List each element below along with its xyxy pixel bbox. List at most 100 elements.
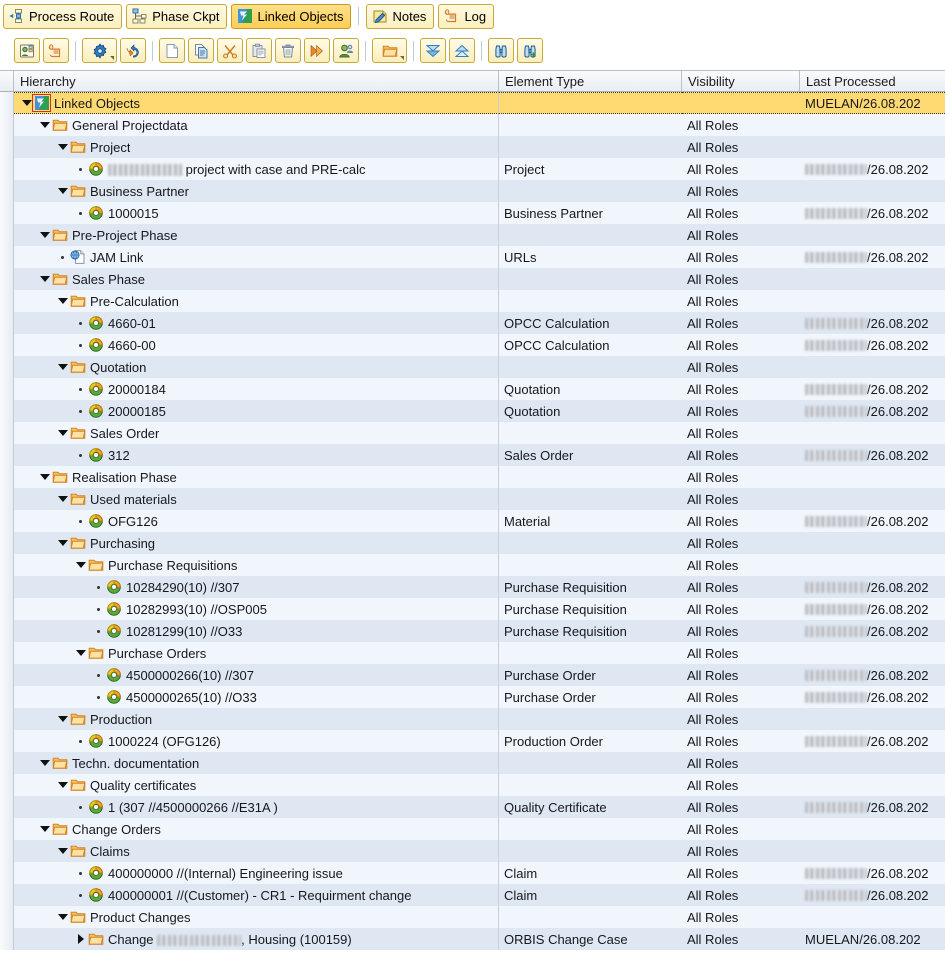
tree-row[interactable]: 20000184QuotationAll Roles / 26.08.202 bbox=[0, 378, 945, 400]
chevron-down-icon[interactable] bbox=[56, 532, 69, 554]
row-selector[interactable] bbox=[0, 444, 14, 466]
row-selector[interactable] bbox=[0, 642, 14, 664]
tree-node-label[interactable]: 20000185 bbox=[104, 404, 166, 419]
tree-node-label[interactable]: 20000184 bbox=[104, 382, 166, 397]
assign-user-button[interactable] bbox=[333, 38, 359, 63]
tree-node-label[interactable]: Change , Housing (100159) bbox=[104, 932, 352, 947]
tree-row[interactable]: Change , Housing (100159)ORBIS Change Ca… bbox=[0, 928, 945, 950]
tree-node-label[interactable]: 10282993(10) //OSP005 bbox=[122, 602, 267, 617]
row-selector[interactable] bbox=[0, 202, 14, 224]
tree-row[interactable]: Pre-CalculationAll Roles bbox=[0, 290, 945, 312]
column-header-element-type[interactable]: Element Type bbox=[499, 71, 682, 91]
forward-button[interactable] bbox=[304, 38, 330, 63]
expand-all-button[interactable] bbox=[420, 38, 446, 63]
tree-row[interactable]: 4660-01OPCC CalculationAll Roles / 26.08… bbox=[0, 312, 945, 334]
tree-row[interactable]: 4500000265(10) //O33Purchase OrderAll Ro… bbox=[0, 686, 945, 708]
row-selector[interactable] bbox=[0, 92, 14, 114]
chevron-down-icon[interactable] bbox=[56, 356, 69, 378]
tree-node-label[interactable]: 1000224 (OFG126) bbox=[104, 734, 221, 749]
tree-row[interactable]: ProductionAll Roles bbox=[0, 708, 945, 730]
tree-node-label[interactable]: 10281299(10) //O33 bbox=[122, 624, 242, 639]
tree-node-label[interactable]: 4500000266(10) //307 bbox=[122, 668, 254, 683]
row-selector[interactable] bbox=[0, 906, 14, 928]
chevron-down-icon[interactable] bbox=[74, 642, 87, 664]
row-selector[interactable] bbox=[0, 818, 14, 840]
tree-row[interactable]: Product ChangesAll Roles bbox=[0, 906, 945, 928]
tree-node-label[interactable]: Purchase Requisitions bbox=[104, 558, 237, 573]
row-selector[interactable] bbox=[0, 928, 14, 950]
tree-row[interactable]: Used materialsAll Roles bbox=[0, 488, 945, 510]
row-selector[interactable] bbox=[0, 378, 14, 400]
tree-row[interactable]: 312Sales OrderAll Roles / 26.08.202 bbox=[0, 444, 945, 466]
log-button[interactable] bbox=[43, 38, 69, 63]
tree-row[interactable]: 4500000266(10) //307Purchase OrderAll Ro… bbox=[0, 664, 945, 686]
row-selector[interactable] bbox=[0, 136, 14, 158]
tree-row[interactable]: QuotationAll Roles bbox=[0, 356, 945, 378]
tree-row[interactable]: Purchase OrdersAll Roles bbox=[0, 642, 945, 664]
tree-row[interactable]: 4660-00OPCC CalculationAll Roles / 26.08… bbox=[0, 334, 945, 356]
tree-node-label[interactable]: Techn. documentation bbox=[68, 756, 199, 771]
tree-row[interactable]: 10281299(10) //O33Purchase RequisitionAl… bbox=[0, 620, 945, 642]
tree-node-label[interactable]: OFG126 bbox=[104, 514, 158, 529]
tree-row[interactable]: Business PartnerAll Roles bbox=[0, 180, 945, 202]
tree-node-label[interactable]: Production bbox=[86, 712, 152, 727]
row-selector[interactable] bbox=[0, 840, 14, 862]
row-selector[interactable] bbox=[0, 884, 14, 906]
tree-node-label[interactable]: General Projectdata bbox=[68, 118, 188, 133]
row-selector[interactable] bbox=[0, 620, 14, 642]
row-selector[interactable] bbox=[0, 180, 14, 202]
chevron-down-icon[interactable] bbox=[38, 818, 51, 840]
tree-row[interactable]: 10282993(10) //OSP005Purchase Requisitio… bbox=[0, 598, 945, 620]
row-selector[interactable] bbox=[0, 730, 14, 752]
tree-node-label[interactable]: Sales Order bbox=[86, 426, 159, 441]
tree-row[interactable]: OFG126MaterialAll Roles / 26.08.202 bbox=[0, 510, 945, 532]
tab-phase-ckpt[interactable]: Phase Ckpt bbox=[126, 4, 227, 29]
tree-row[interactable]: JAM LinkURLsAll Roles / 26.08.202 bbox=[0, 246, 945, 268]
tree-row[interactable]: Techn. documentationAll Roles bbox=[0, 752, 945, 774]
tree-row[interactable]: PurchasingAll Roles bbox=[0, 532, 945, 554]
new-button[interactable] bbox=[159, 38, 185, 63]
tree-node-label[interactable]: Change Orders bbox=[68, 822, 161, 837]
row-selector[interactable] bbox=[0, 268, 14, 290]
tree-node-label[interactable]: 4500000265(10) //O33 bbox=[122, 690, 257, 705]
chevron-down-icon[interactable] bbox=[56, 906, 69, 928]
chevron-down-icon[interactable] bbox=[56, 708, 69, 730]
tree-row[interactable]: 400000000 //(Internal) Engineering issue… bbox=[0, 862, 945, 884]
row-selector[interactable] bbox=[0, 312, 14, 334]
row-selector[interactable] bbox=[0, 862, 14, 884]
row-selector[interactable] bbox=[0, 466, 14, 488]
tree-row[interactable]: ProjectAll Roles bbox=[0, 136, 945, 158]
tab-linked-objects[interactable]: Linked Objects bbox=[231, 4, 351, 29]
tree-row[interactable]: Purchase RequisitionsAll Roles bbox=[0, 554, 945, 576]
tree-node-label[interactable]: Product Changes bbox=[86, 910, 190, 925]
row-selector[interactable] bbox=[0, 532, 14, 554]
tree-node-label[interactable]: Purchasing bbox=[86, 536, 155, 551]
tree-node-label[interactable]: Realisation Phase bbox=[68, 470, 177, 485]
chevron-down-icon[interactable] bbox=[38, 268, 51, 290]
chevron-down-icon[interactable] bbox=[74, 554, 87, 576]
row-selector[interactable] bbox=[0, 598, 14, 620]
tree-node-label[interactable]: 400000000 //(Internal) Engineering issue bbox=[104, 866, 343, 881]
tree-node-label[interactable]: 312 bbox=[104, 448, 130, 463]
tree-node-label[interactable]: project with case and PRE-calc bbox=[104, 162, 366, 177]
folder-button[interactable] bbox=[372, 38, 407, 63]
cut-button[interactable] bbox=[217, 38, 243, 63]
tree-node-label[interactable]: Used materials bbox=[86, 492, 177, 507]
tree-row[interactable]: Quality certificatesAll Roles bbox=[0, 774, 945, 796]
chevron-down-icon[interactable] bbox=[38, 114, 51, 136]
tree-row[interactable]: 20000185QuotationAll Roles / 26.08.202 bbox=[0, 400, 945, 422]
row-selector[interactable] bbox=[0, 224, 14, 246]
chevron-down-icon[interactable] bbox=[38, 224, 51, 246]
row-selector[interactable] bbox=[0, 114, 14, 136]
row-selector[interactable] bbox=[0, 246, 14, 268]
tab-notes[interactable]: Notes bbox=[366, 4, 434, 29]
tree-node-label[interactable]: JAM Link bbox=[86, 250, 143, 265]
tab-log[interactable]: Log bbox=[438, 4, 494, 29]
chevron-down-icon[interactable] bbox=[56, 180, 69, 202]
chevron-down-icon[interactable] bbox=[56, 422, 69, 444]
find-button[interactable] bbox=[488, 38, 514, 63]
find-next-button[interactable] bbox=[517, 38, 543, 63]
chevron-right-icon[interactable] bbox=[74, 928, 87, 950]
chevron-down-icon[interactable] bbox=[38, 752, 51, 774]
tree-node-label[interactable]: 10284290(10) //307 bbox=[122, 580, 239, 595]
